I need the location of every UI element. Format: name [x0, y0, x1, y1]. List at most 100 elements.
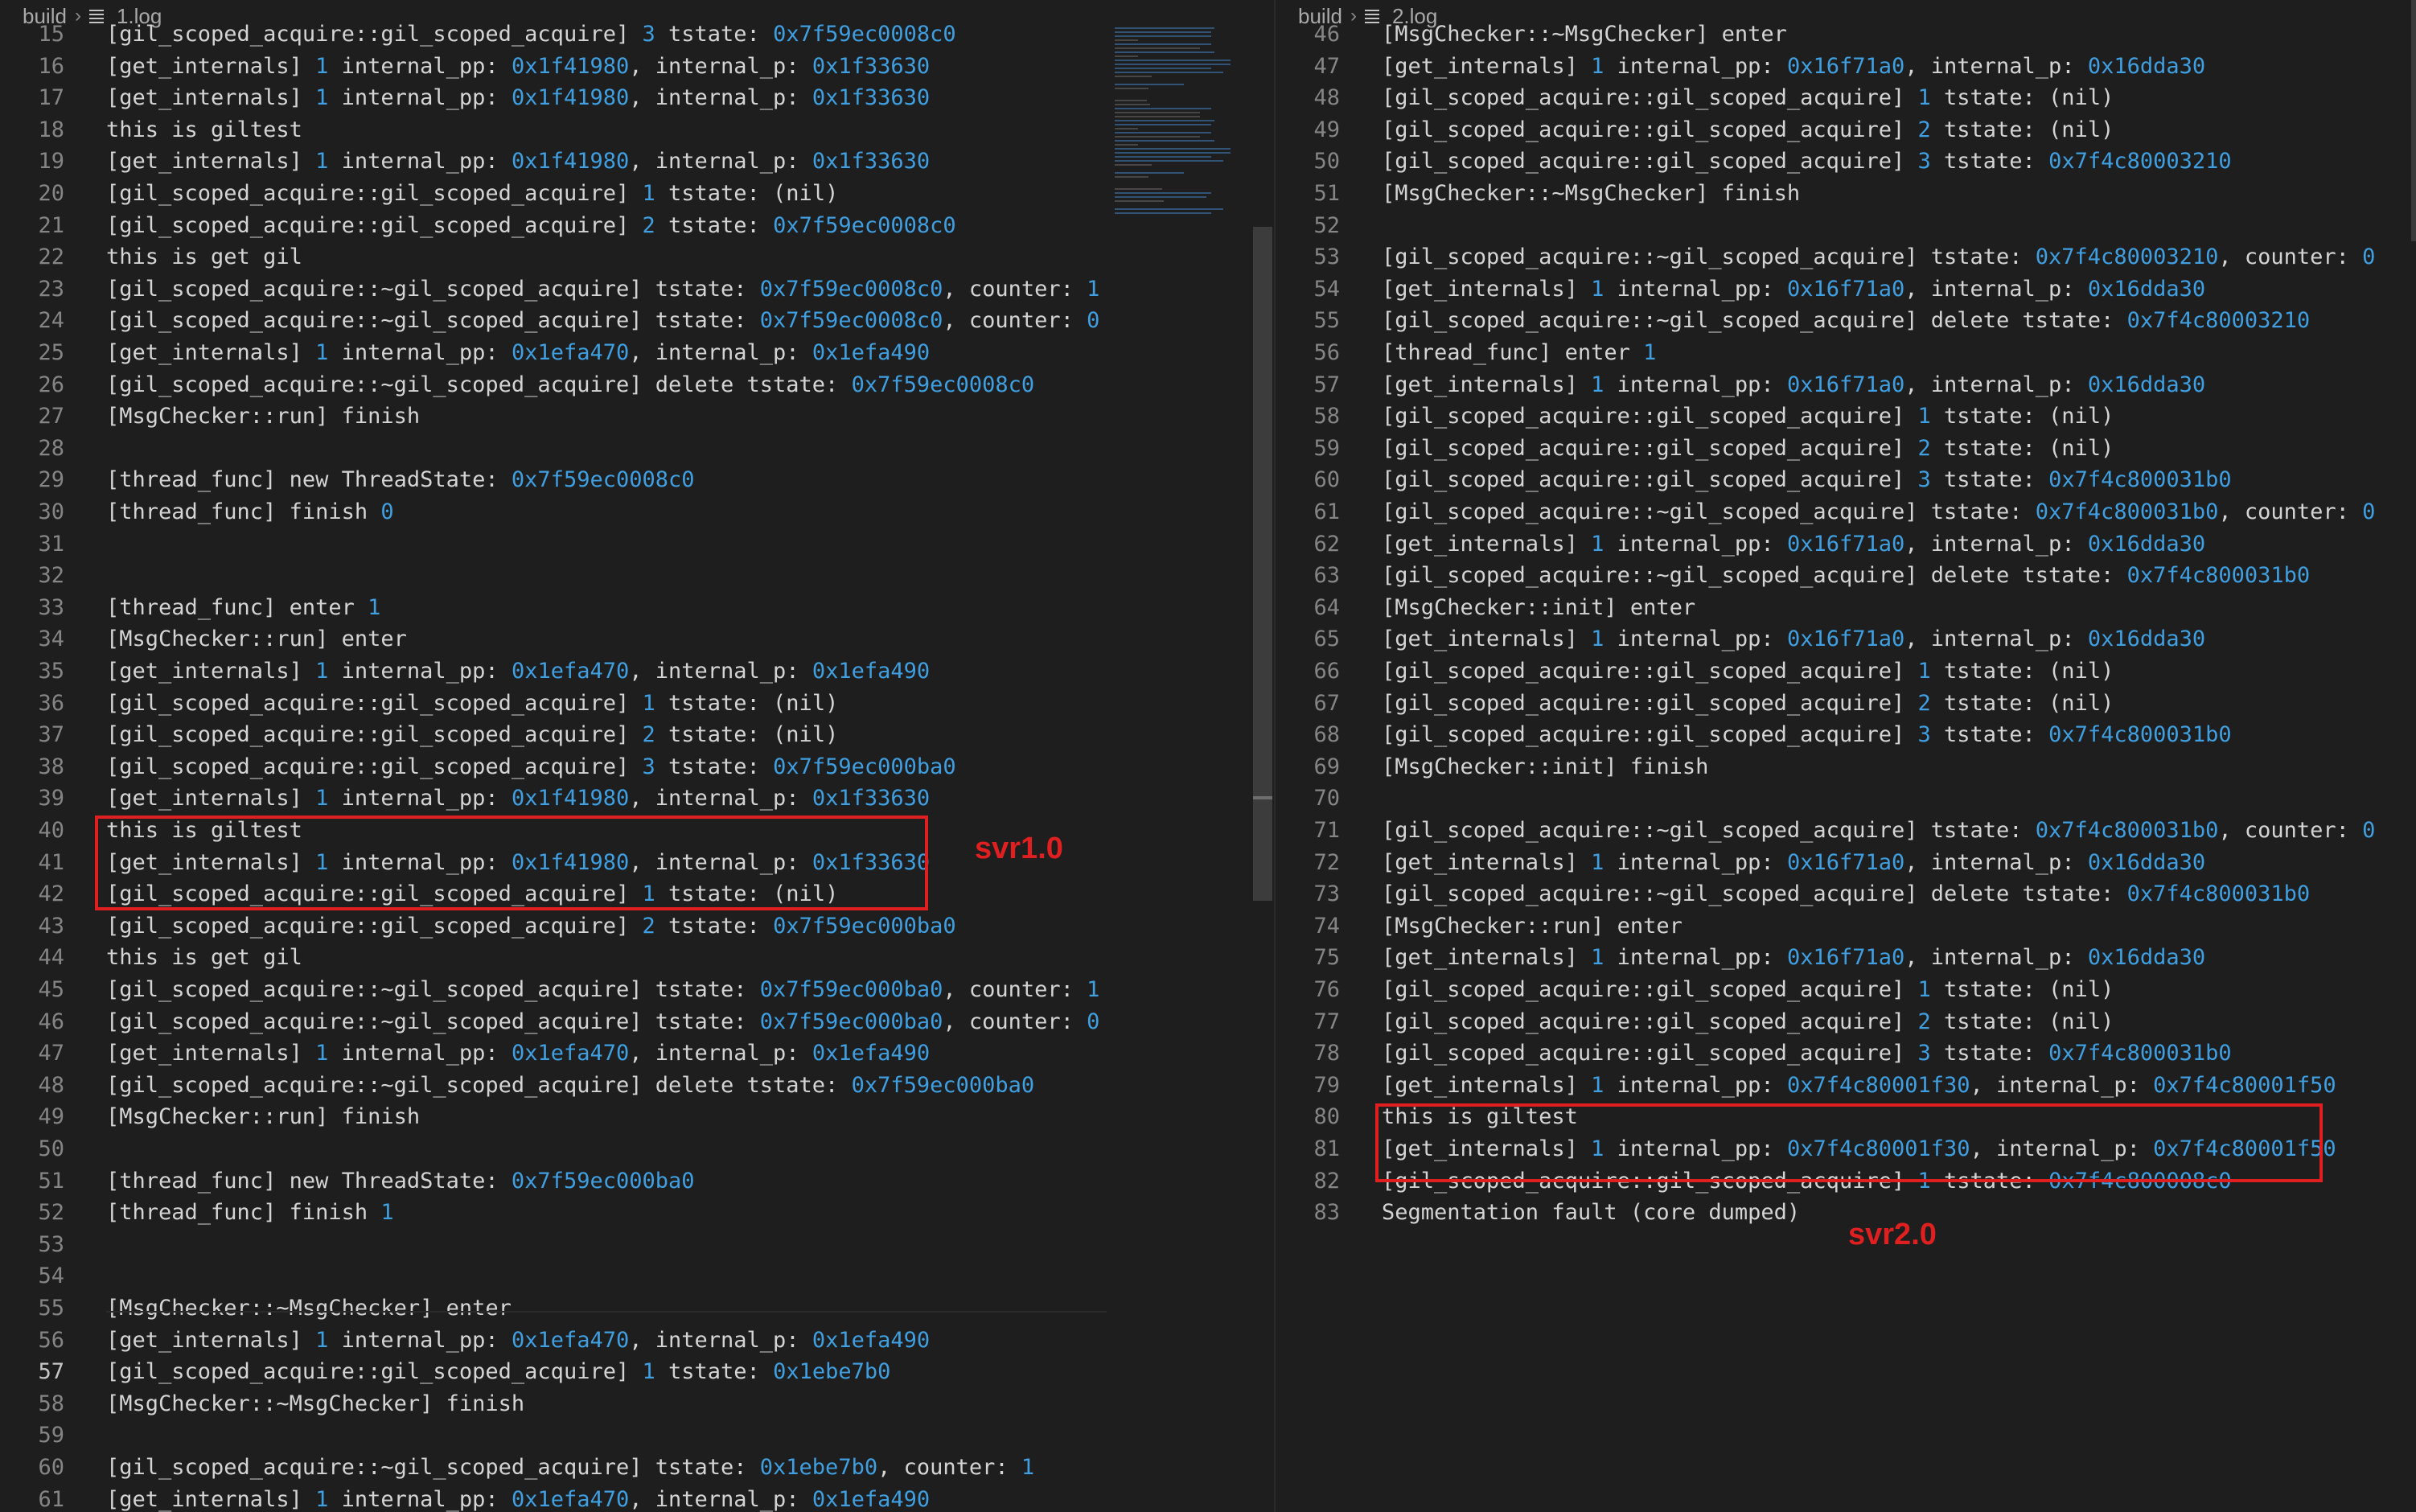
code-line[interactable]: 79 [get_internals] 1 internal_pp: 0x7f4c8…	[1276, 1070, 2416, 1101]
code-line[interactable]: 59	[0, 1420, 1274, 1451]
code-line[interactable]: 32	[0, 561, 1274, 591]
code-line[interactable]: 50 [gil_scoped_acquire::gil_scoped_acquir…	[1276, 146, 2416, 177]
code-line[interactable]: 66 [gil_scoped_acquire::gil_scoped_acquir…	[1276, 656, 2416, 687]
editor-pane-left[interactable]: build › 1.log 15 [gil_scoped_acquire::gil…	[0, 0, 1274, 1512]
code-line[interactable]: 61 [get_internals] 1 internal_pp: 0x1efa4…	[0, 1485, 1274, 1512]
code-line[interactable]: 38 [gil_scoped_acquire::gil_scoped_acquir…	[0, 752, 1274, 783]
code-line[interactable]: 55 [gil_scoped_acquire::~gil_scoped_acqui…	[1276, 306, 2416, 336]
code-line[interactable]: 35 [get_internals] 1 internal_pp: 0x1efa4…	[0, 656, 1274, 687]
code-line[interactable]: 18 this is giltest	[0, 115, 1274, 146]
code-line[interactable]: 62 [get_internals] 1 internal_pp: 0x16f71…	[1276, 529, 2416, 560]
code-line[interactable]: 69 [MsgChecker::init] finish	[1276, 752, 2416, 783]
code-line[interactable]: 72 [get_internals] 1 internal_pp: 0x16f71…	[1276, 848, 2416, 878]
code-line[interactable]: 60 [gil_scoped_acquire::~gil_scoped_acqui…	[0, 1452, 1274, 1483]
code-line[interactable]: 46 [gil_scoped_acquire::~gil_scoped_acqui…	[0, 1007, 1274, 1037]
code-line[interactable]: 19 [get_internals] 1 internal_pp: 0x1f419…	[0, 146, 1274, 177]
code-line[interactable]: 47 [get_internals] 1 internal_pp: 0x16f71…	[1276, 51, 2416, 82]
code-line[interactable]: 20 [gil_scoped_acquire::gil_scoped_acquir…	[0, 179, 1274, 209]
line-number: 78	[1313, 1041, 1340, 1066]
code-line[interactable]: 65 [get_internals] 1 internal_pp: 0x16f71…	[1276, 624, 2416, 655]
code-line[interactable]: 70	[1276, 783, 2416, 814]
code-line[interactable]: 21 [gil_scoped_acquire::gil_scoped_acquir…	[0, 211, 1274, 241]
code-line[interactable]: 33 [thread_func] enter 1	[0, 593, 1274, 623]
code-line[interactable]: 76 [gil_scoped_acquire::gil_scoped_acquir…	[1276, 975, 2416, 1005]
code-line[interactable]: 54	[0, 1261, 1274, 1292]
code-line[interactable]: 73 [gil_scoped_acquire::~gil_scoped_acqui…	[1276, 879, 2416, 910]
code-line[interactable]: 16 [get_internals] 1 internal_pp: 0x1f419…	[0, 51, 1274, 82]
code-line[interactable]: 63 [gil_scoped_acquire::~gil_scoped_acqui…	[1276, 561, 2416, 591]
code-line[interactable]: 71 [gil_scoped_acquire::~gil_scoped_acqui…	[1276, 816, 2416, 846]
code-line[interactable]: 26 [gil_scoped_acquire::~gil_scoped_acqui…	[0, 370, 1274, 401]
minimap[interactable]	[1113, 27, 1250, 236]
code-line[interactable]: 24 [gil_scoped_acquire::~gil_scoped_acqui…	[0, 306, 1274, 336]
code-line[interactable]: 52	[1276, 211, 2416, 241]
line-number: 81	[1313, 1136, 1340, 1161]
code-line[interactable]: 61 [gil_scoped_acquire::~gil_scoped_acqui…	[1276, 497, 2416, 528]
code-line[interactable]: 31	[0, 529, 1274, 560]
code-line[interactable]: 68 [gil_scoped_acquire::gil_scoped_acquir…	[1276, 720, 2416, 750]
code-line[interactable]: 53 [gil_scoped_acquire::~gil_scoped_acqui…	[1276, 242, 2416, 273]
code-line[interactable]: 56 [thread_func] enter 1	[1276, 338, 2416, 368]
current-line-highlight	[106, 1311, 1107, 1313]
code-line[interactable]: 59 [gil_scoped_acquire::gil_scoped_acquir…	[1276, 433, 2416, 464]
line-text: [gil_scoped_acquire::~gil_scoped_acquire…	[106, 1072, 1035, 1098]
scrollbar-thumb[interactable]	[2411, 0, 2416, 241]
code-line[interactable]: 39 [get_internals] 1 internal_pp: 0x1f419…	[0, 783, 1274, 814]
line-text: [gil_scoped_acquire::~gil_scoped_acquire…	[1382, 244, 2376, 270]
minimap-line	[1115, 140, 1214, 142]
code-line[interactable]: 64 [MsgChecker::init] enter	[1276, 593, 2416, 623]
code-line[interactable]: 44 this is get gil	[0, 943, 1274, 973]
code-line[interactable]: 49 [gil_scoped_acquire::gil_scoped_acquir…	[1276, 115, 2416, 146]
code-line[interactable]: 60 [gil_scoped_acquire::gil_scoped_acquir…	[1276, 465, 2416, 495]
code-line[interactable]: 77 [gil_scoped_acquire::gil_scoped_acquir…	[1276, 1007, 2416, 1037]
code-line[interactable]: 55 [MsgChecker::~MsgChecker] enter	[0, 1293, 1274, 1324]
code-line[interactable]: 47 [get_internals] 1 internal_pp: 0x1efa4…	[0, 1038, 1274, 1069]
line-number: 68	[1313, 722, 1340, 748]
code-line[interactable]: 46 [MsgChecker::~MsgChecker] enter	[1276, 19, 2416, 50]
code-line[interactable]: 74 [MsgChecker::run] enter	[1276, 911, 2416, 942]
code-line[interactable]: 52 [thread_func] finish 1	[0, 1198, 1274, 1228]
line-text: [gil_scoped_acquire::~gil_scoped_acquire…	[1382, 499, 2376, 524]
code-line[interactable]: 22 this is get gil	[0, 242, 1274, 273]
code-line[interactable]: 23 [gil_scoped_acquire::~gil_scoped_acqui…	[0, 274, 1274, 305]
code-line[interactable]: 49 [MsgChecker::run] finish	[0, 1102, 1274, 1132]
line-text: [MsgChecker::init] enter	[1382, 594, 1696, 620]
code-line[interactable]: 34 [MsgChecker::run] enter	[0, 624, 1274, 655]
code-line[interactable]: 78 [gil_scoped_acquire::gil_scoped_acquir…	[1276, 1038, 2416, 1069]
code-line[interactable]: 57 [gil_scoped_acquire::gil_scoped_acquir…	[0, 1357, 1274, 1387]
code-line[interactable]: 36 [gil_scoped_acquire::gil_scoped_acquir…	[0, 688, 1274, 719]
code-line[interactable]: 43 [gil_scoped_acquire::gil_scoped_acquir…	[0, 911, 1274, 942]
code-line[interactable]: 27 [MsgChecker::run] finish	[0, 401, 1274, 432]
minimap-line	[1115, 188, 1162, 190]
code-line[interactable]: 53	[0, 1230, 1274, 1260]
code-line[interactable]: 37 [gil_scoped_acquire::gil_scoped_acquir…	[0, 720, 1274, 750]
code-line[interactable]: 75 [get_internals] 1 internal_pp: 0x16f71…	[1276, 943, 2416, 973]
line-text: [gil_scoped_acquire::~gil_scoped_acquire…	[106, 977, 1100, 1002]
code-line[interactable]: 25 [get_internals] 1 internal_pp: 0x1efa4…	[0, 338, 1274, 368]
minimap-line	[1115, 108, 1211, 109]
code-line[interactable]: 51 [MsgChecker::~MsgChecker] finish	[1276, 179, 2416, 209]
code-line[interactable]: 50	[0, 1134, 1274, 1165]
minimap-line	[1115, 208, 1223, 210]
line-number: 41	[38, 849, 64, 875]
code-line[interactable]: 67 [gil_scoped_acquire::gil_scoped_acquir…	[1276, 688, 2416, 719]
code-line[interactable]: 51 [thread_func] new ThreadState: 0x7f59e…	[0, 1166, 1274, 1197]
code-line[interactable]: 30 [thread_func] finish 0	[0, 497, 1274, 528]
code-line[interactable]: 28	[0, 433, 1274, 464]
minimap-line	[1115, 43, 1211, 45]
code-line[interactable]: 17 [get_internals] 1 internal_pp: 0x1f419…	[0, 83, 1274, 113]
code-line[interactable]: 48 [gil_scoped_acquire::gil_scoped_acquir…	[1276, 83, 2416, 113]
code-line[interactable]: 54 [get_internals] 1 internal_pp: 0x16f71…	[1276, 274, 2416, 305]
code-line[interactable]: 58 [MsgChecker::~MsgChecker] finish	[0, 1389, 1274, 1420]
code-line[interactable]: 29 [thread_func] new ThreadState: 0x7f59e…	[0, 465, 1274, 495]
code-line[interactable]: 56 [get_internals] 1 internal_pp: 0x1efa4…	[0, 1325, 1274, 1356]
scrollbar-thumb[interactable]	[1253, 227, 1272, 901]
code-line[interactable]: 58 [gil_scoped_acquire::gil_scoped_acquir…	[1276, 401, 2416, 432]
code-line[interactable]: 57 [get_internals] 1 internal_pp: 0x16f71…	[1276, 370, 2416, 401]
line-text: [gil_scoped_acquire::~gil_scoped_acquire…	[106, 1455, 1035, 1480]
editor-pane-right[interactable]: build › 2.log 46 [MsgChecker::~MsgChecker…	[1276, 0, 2416, 1512]
code-line[interactable]: 83 Segmentation fault (core dumped)	[1276, 1198, 2416, 1228]
code-line[interactable]: 15 [gil_scoped_acquire::gil_scoped_acquir…	[0, 19, 1274, 50]
code-line[interactable]: 48 [gil_scoped_acquire::~gil_scoped_acqui…	[0, 1070, 1274, 1101]
code-line[interactable]: 45 [gil_scoped_acquire::~gil_scoped_acqui…	[0, 975, 1274, 1005]
